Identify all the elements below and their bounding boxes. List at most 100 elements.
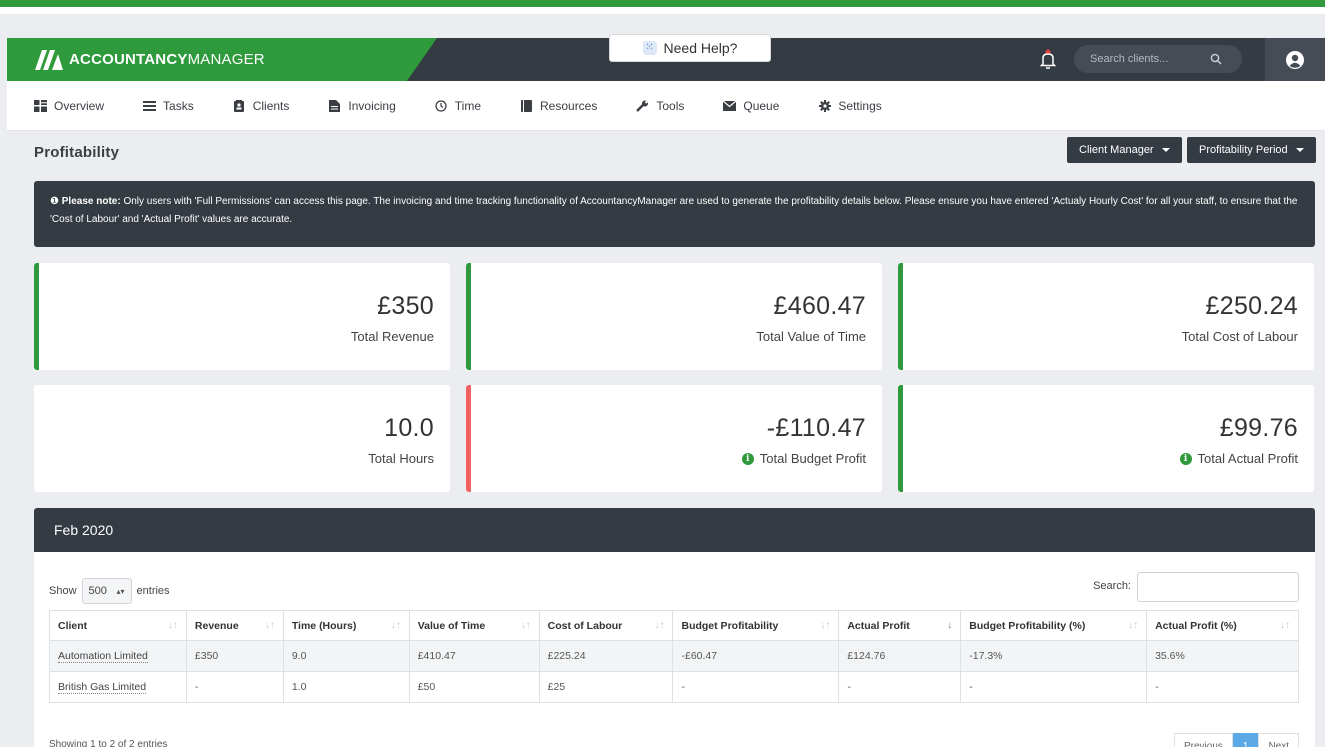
column-header[interactable]: Cost of Labour ↓↑ [538,610,674,641]
table-cell: £124.76 [838,640,962,672]
nav-item-resources[interactable]: Resources [520,99,597,113]
column-header[interactable]: Actual Profit ↓ [838,610,962,641]
client-link[interactable]: Automation Limited [58,650,148,663]
info-icon: ❶ [50,196,62,207]
sort-icon: ↓↑ [264,620,275,631]
client-manager-label: Client Manager [1079,144,1154,156]
notice-heading: Please note: [61,196,121,207]
table-cell: - [672,671,840,703]
nav-item-label: Time [454,98,481,113]
table-info: Showing 1 to 2 of 2 entries [49,739,168,747]
status-indicator-bar [34,263,39,370]
nav-item-tools[interactable]: Tools [636,99,684,113]
client-search[interactable] [1074,45,1242,73]
stat-label-text: Total Revenue [350,329,434,344]
bell-icon[interactable] [1039,49,1057,69]
stat-card: 10.0 Total Hours [34,385,450,492]
table-cell: -£60.47 [672,640,840,672]
column-header[interactable]: Value of Time ↓↑ [408,610,540,641]
need-help-button[interactable]: ⁙ Need Help? [609,34,771,62]
stat-label-text: Total Cost of Labour [1181,329,1298,344]
show-label: Show [49,585,77,597]
nav-item-invoicing[interactable]: Invoicing [328,98,396,113]
profitability-period-label: Profitability Period [1199,144,1288,156]
nav-item-clients[interactable]: Clients [233,99,289,113]
column-header-label: Actual Profit [847,619,910,632]
client-search-input[interactable] [1090,53,1210,65]
table-cell: £225.24 [538,640,674,672]
page-length-control: Show 500 ▴▾ entries [49,578,170,604]
user-avatar-icon[interactable] [1285,50,1305,70]
main-nav: Overview Tasks Clients Invoicing Time Resourc… [7,81,1325,131]
nav-item-settings[interactable]: Settings [818,98,882,113]
nav-item-queue[interactable]: Queue [723,99,779,113]
sort-icon: ↓↑ [654,620,665,631]
sort-descending-icon: ↓ [947,620,953,631]
table-row: British Gas Limited -1.0 £50 £25- - - - [49,671,1299,703]
sort-icon: ↓↑ [820,620,831,631]
search-icon[interactable] [1210,53,1222,65]
client-link[interactable]: British Gas Limited [58,681,147,694]
user-menu[interactable] [1265,38,1325,81]
column-header[interactable]: Client ↓↑ [49,610,187,641]
table-cell: 1.0 [282,671,410,703]
top-accent-bar [0,0,1325,14]
info-icon[interactable]: i [741,452,754,465]
nav-item-label: Tasks [163,98,194,113]
stat-card: -£110.47 i Total Budget Profit [466,385,882,492]
column-header[interactable]: Budget Profitability ↓↑ [672,610,840,641]
table-search-label: Search: [1093,580,1131,592]
book-icon [520,99,533,112]
nav-item-time[interactable]: Time [435,99,481,113]
entries-select[interactable]: 500 ▴▾ [81,578,132,604]
table-controls: Show 500 ▴▾ entries Search: [49,572,1299,604]
column-header-label: Budget Profitability (%) [969,619,1086,632]
next-page-button[interactable]: Next [1258,733,1299,747]
table-cell: £50 [408,671,540,703]
stat-label: i Total Budget Profit [741,451,866,466]
logo-mark-icon [35,49,63,70]
file-icon [328,99,341,112]
column-header-label: Value of Time [417,619,486,632]
table-cell: - [960,671,1148,703]
sort-icon: ↓↑ [520,620,531,631]
table-cell: £25 [538,671,674,703]
nav-item-label: Invoicing [348,98,396,113]
stat-card: £250.24 Total Cost of Labour [898,263,1314,370]
table-cell: 9.0 [282,640,410,672]
info-icon[interactable]: i [1179,452,1192,465]
column-header[interactable]: Actual Profit (%) ↓↑ [1146,610,1299,641]
select-arrows-icon: ▴▾ [116,586,125,596]
sort-icon: ↓↑ [1280,620,1290,631]
profitability-period-dropdown[interactable]: Profitability Period [1187,137,1316,163]
envelope-icon [723,100,737,112]
nav-item-tasks[interactable]: Tasks [143,99,194,113]
stat-label: Total Cost of Labour [1182,329,1298,344]
column-header[interactable]: Budget Profitability (%) ↓↑ [960,610,1148,641]
table-search-input[interactable] [1137,572,1299,602]
column-header-label: Revenue [194,619,239,632]
column-header-label: Client [58,619,88,632]
column-header-label: Cost of Labour [547,619,623,632]
nav-item-label: Overview [54,98,105,113]
stat-label: i Total Actual Profit [1179,451,1298,466]
stat-label: Total Value of Time [756,329,866,344]
column-header[interactable]: Revenue ↓↑ [185,610,284,641]
page-1-button[interactable]: 1 [1232,733,1259,747]
stat-value: £99.76 [1219,414,1298,442]
column-header[interactable]: Time (Hours) ↓↑ [282,610,410,641]
page-title: Profitability [34,144,120,161]
stat-card: £99.76 i Total Actual Profit [898,385,1314,492]
nav-item-overview[interactable]: Overview [34,99,104,113]
stat-label-text: Total Budget Profit [759,451,866,466]
stat-label-text: Total Value of Time [756,329,866,344]
client-manager-dropdown[interactable]: Client Manager [1067,137,1182,163]
profitability-table: Client ↓↑ Revenue ↓↑ Time (Hours) ↓↑ Value of … [49,610,1299,703]
nav-item-label: Settings [838,98,882,113]
brand-logo[interactable]: ACCOUNTANCYMANAGER [7,38,437,81]
stat-value: £350 [377,292,434,320]
table-cell: - [1146,671,1299,703]
contacts-icon [233,99,246,112]
previous-page-button[interactable]: Previous [1173,733,1233,747]
pagination: Previous 1 Next [1173,733,1299,747]
